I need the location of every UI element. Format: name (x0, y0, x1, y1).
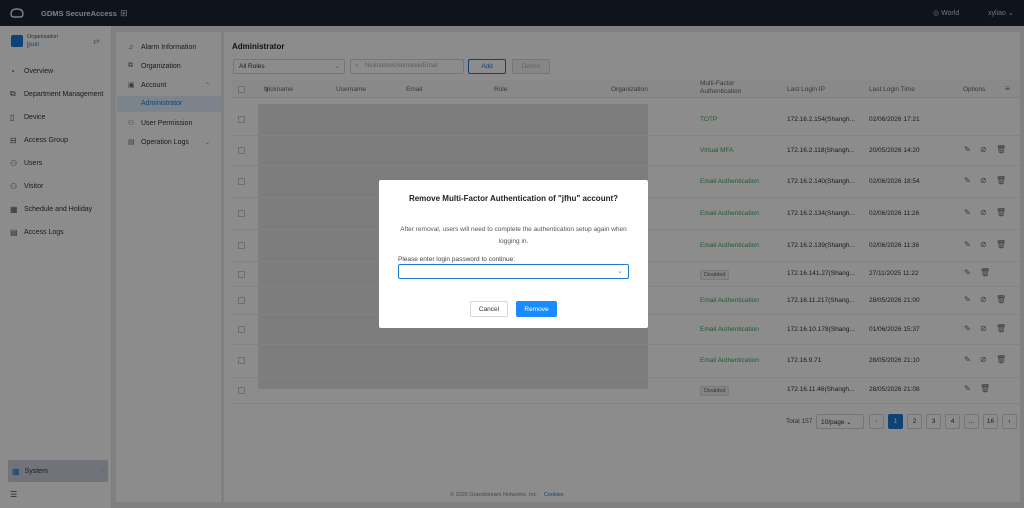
password-input[interactable]: ⌄ (398, 264, 629, 279)
dialog-description: After removal, users will need to comple… (400, 226, 627, 245)
chevron-down-icon: ⌄ (617, 268, 623, 275)
cancel-button[interactable]: Cancel (470, 301, 508, 317)
remove-button[interactable]: Remove (516, 301, 557, 317)
dialog-title: Remove Multi-Factor Authentication of "j… (408, 194, 619, 203)
remove-mfa-dialog: Remove Multi-Factor Authentication of "j… (379, 180, 648, 328)
password-label: Please enter login password to continue: (398, 256, 516, 263)
